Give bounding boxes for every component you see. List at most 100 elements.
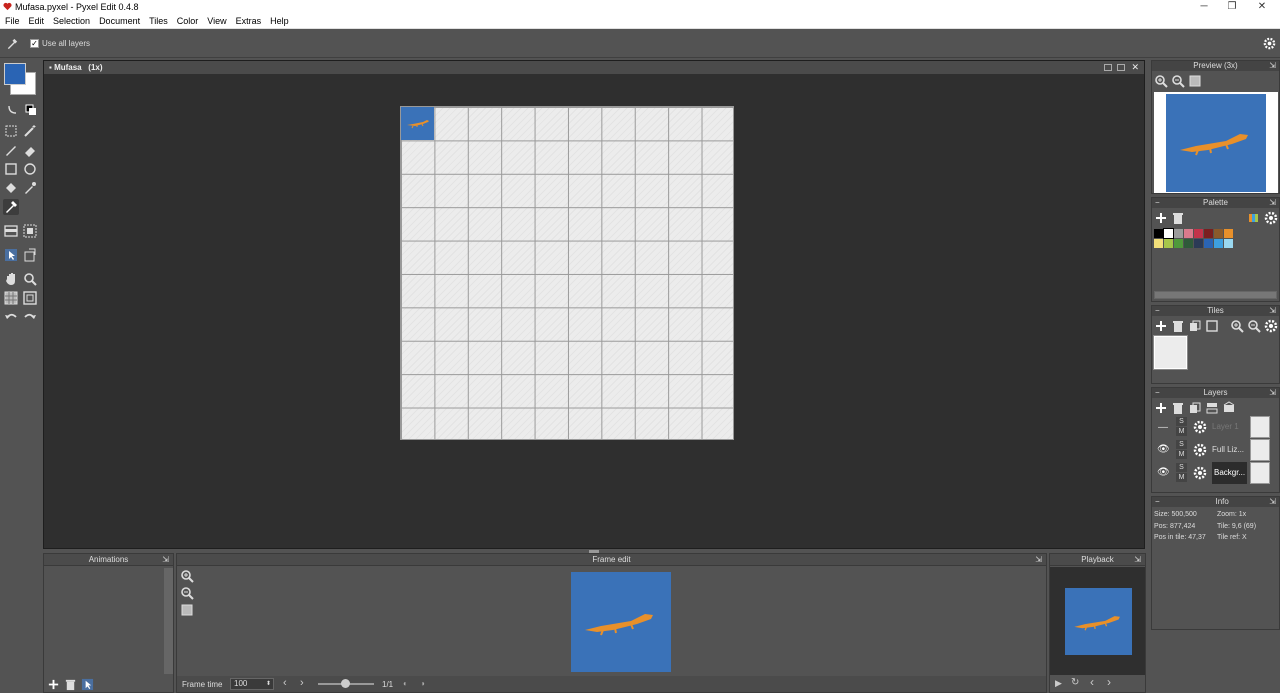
grid-view-tool-icon[interactable] xyxy=(3,290,19,306)
menu-file[interactable]: File xyxy=(0,14,24,26)
palette-swatch[interactable] xyxy=(1174,229,1183,238)
rect-select-tool-icon[interactable] xyxy=(3,123,19,139)
undo-icon[interactable] xyxy=(3,309,19,325)
placed-tile[interactable] xyxy=(401,107,434,140)
tile-thumbnail[interactable] xyxy=(1153,335,1188,370)
next-frame-icon[interactable]: › xyxy=(300,677,304,689)
layer-settings-gear-icon[interactable] xyxy=(1193,443,1207,457)
palette-swatch[interactable] xyxy=(1214,239,1223,248)
layer-mute-toggle[interactable]: M xyxy=(1176,450,1187,459)
layer-add-icon[interactable] xyxy=(1154,401,1168,415)
palette-add-icon[interactable] xyxy=(1154,211,1168,225)
preview-zoom-in-icon[interactable] xyxy=(1154,74,1168,88)
frame-fit-icon[interactable] xyxy=(180,603,194,617)
doc-minimize-icon[interactable] xyxy=(1104,64,1112,71)
eraser-tool-icon[interactable] xyxy=(22,142,38,158)
palette-swatch[interactable] xyxy=(1184,229,1193,238)
frame-zoom-out-icon[interactable] xyxy=(180,586,194,600)
palette-swatch[interactable] xyxy=(1154,239,1163,248)
palette-swatch[interactable] xyxy=(1214,229,1223,238)
layer-flatten-icon[interactable] xyxy=(1222,401,1236,415)
layer-mute-toggle[interactable]: M xyxy=(1176,473,1187,482)
layer-settings-gear-icon[interactable] xyxy=(1193,466,1207,480)
menu-edit[interactable]: Edit xyxy=(24,14,49,26)
color-picker-tool-icon[interactable] xyxy=(22,180,38,196)
preview-fit-icon[interactable] xyxy=(1188,74,1202,88)
menu-help[interactable]: Help xyxy=(265,14,293,26)
tiles-zoom-out-icon[interactable] xyxy=(1247,319,1261,333)
swap-colors-icon[interactable] xyxy=(5,102,21,118)
playback-next-icon[interactable]: › xyxy=(1107,675,1111,689)
palette-swatch[interactable] xyxy=(1204,229,1213,238)
palette-settings-gear-icon[interactable] xyxy=(1264,211,1278,225)
frame-zoom-in-icon[interactable] xyxy=(180,569,194,583)
palette-swatch[interactable] xyxy=(1174,239,1183,248)
pencil-tool-icon[interactable] xyxy=(3,142,19,158)
palette-swatch[interactable] xyxy=(1164,239,1173,248)
primary-color-swatch[interactable] xyxy=(4,63,26,85)
tile-stamp-tool-icon[interactable] xyxy=(3,223,19,239)
redo-icon[interactable] xyxy=(22,309,38,325)
onion-skin-next-icon[interactable]: ◑ xyxy=(420,679,425,688)
tiles-delete-icon[interactable] xyxy=(1171,319,1185,333)
fill-bucket-tool-icon[interactable] xyxy=(3,180,19,196)
tile-canvas[interactable] xyxy=(400,106,734,440)
layer-merge-icon[interactable] xyxy=(1205,401,1219,415)
menu-color[interactable]: Color xyxy=(172,14,203,26)
frame-slider-thumb[interactable] xyxy=(341,679,350,688)
layer-delete-icon[interactable] xyxy=(1171,401,1185,415)
frame-time-input[interactable]: 100 ⬍ xyxy=(230,678,274,690)
layer-duplicate-icon[interactable] xyxy=(1188,401,1202,415)
palette-swatch[interactable] xyxy=(1163,228,1174,239)
animation-add-icon[interactable] xyxy=(47,678,60,691)
layer-visible-eye-icon[interactable]: 👁 xyxy=(1157,467,1170,478)
rectangle-tool-icon[interactable] xyxy=(3,161,19,177)
close-button[interactable]: ✕ xyxy=(1244,0,1280,14)
layer-row-full-lizard[interactable]: 👁 S M Full Liz... xyxy=(1152,439,1272,461)
layer-hidden-icon[interactable]: — xyxy=(1158,422,1168,433)
magic-wand-tool-icon[interactable] xyxy=(22,123,38,139)
play-icon[interactable]: ▶ xyxy=(1055,678,1062,689)
layer-row-layer-1[interactable]: — S M Layer 1 xyxy=(1152,416,1272,438)
reset-colors-icon[interactable] xyxy=(23,102,39,118)
menu-view[interactable]: View xyxy=(202,14,230,26)
layer-solo-toggle[interactable]: S xyxy=(1176,417,1187,426)
loop-icon[interactable]: ↻ xyxy=(1071,677,1079,688)
palette-swatch[interactable] xyxy=(1194,229,1203,238)
hand-pan-tool-icon[interactable] xyxy=(3,271,19,287)
doc-maximize-icon[interactable] xyxy=(1117,64,1125,71)
palette-scrollbar[interactable] xyxy=(1154,291,1277,299)
frame-preview-image[interactable] xyxy=(571,572,671,672)
palette-swatch[interactable] xyxy=(1204,239,1213,248)
palette-options-icon[interactable] xyxy=(1247,211,1261,225)
layer-solo-toggle[interactable]: S xyxy=(1176,440,1187,449)
layer-solo-toggle[interactable]: S xyxy=(1176,463,1187,472)
menu-selection[interactable]: Selection xyxy=(48,14,94,26)
document-tab[interactable]: ▪ Mufasa (1x) ✕ xyxy=(44,61,1144,74)
tiles-settings-gear-icon[interactable] xyxy=(1264,319,1278,333)
tiles-zoom-in-icon[interactable] xyxy=(1230,319,1244,333)
layer-visible-eye-icon[interactable]: 👁 xyxy=(1157,444,1170,455)
frame-view-tool-icon[interactable] xyxy=(22,290,38,306)
use-all-layers-checkbox[interactable]: ✓ xyxy=(30,39,39,48)
tiles-duplicate-icon[interactable] xyxy=(1188,319,1202,333)
preview-viewport[interactable] xyxy=(1154,92,1278,193)
tile-transform-tool-icon[interactable] xyxy=(22,247,38,263)
animations-scrollbar[interactable] xyxy=(164,568,173,674)
eyedropper-tool-icon[interactable] xyxy=(3,199,19,215)
palette-delete-icon[interactable] xyxy=(1171,211,1185,225)
menu-tiles[interactable]: Tiles xyxy=(144,14,172,26)
tile-pointer-tool-icon[interactable] xyxy=(3,247,19,263)
animation-select-icon[interactable] xyxy=(81,678,94,691)
layer-mute-toggle[interactable]: M xyxy=(1176,427,1187,436)
menu-extras[interactable]: Extras xyxy=(231,14,266,26)
tiles-add-icon[interactable] xyxy=(1154,319,1168,333)
zoom-tool-icon[interactable] xyxy=(22,271,38,287)
animation-delete-icon[interactable] xyxy=(64,678,77,691)
settings-gear-icon[interactable] xyxy=(1263,37,1276,50)
palette-swatch[interactable] xyxy=(1154,229,1163,238)
tiles-view-icon[interactable] xyxy=(1205,319,1219,333)
palette-swatch[interactable] xyxy=(1224,229,1233,238)
layer-row-background[interactable]: 👁 S M Backgr... xyxy=(1152,462,1272,484)
doc-close-icon[interactable]: ✕ xyxy=(1131,61,1139,74)
